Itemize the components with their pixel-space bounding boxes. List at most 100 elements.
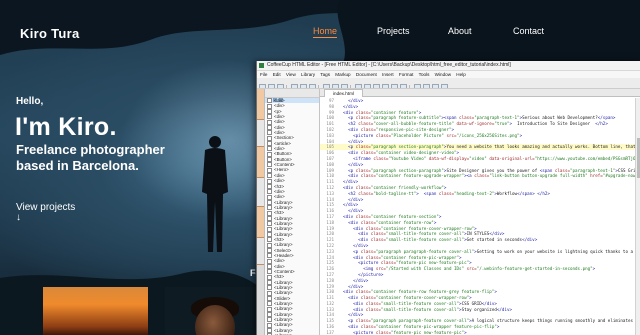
side-tab-4[interactable] xyxy=(257,178,264,207)
editor-menubar: File Edit View Library Tags Markup Docum… xyxy=(257,71,640,78)
tree-item-label: <h3> xyxy=(274,210,285,216)
menu-tools[interactable]: Tools xyxy=(419,72,430,77)
code-text: </div> xyxy=(343,103,359,109)
menu-format[interactable]: Format xyxy=(399,72,414,77)
nav-contact[interactable]: Contact xyxy=(513,26,544,36)
code-line[interactable]: 110 <div class="container feature-upgrad… xyxy=(320,173,640,179)
arrow-down-icon[interactable]: ↓ xyxy=(16,212,21,223)
checkbox-icon[interactable] xyxy=(267,103,272,109)
tree-item-label: <div> xyxy=(274,178,285,184)
code-text: <div class="small-title-feature cover-al… xyxy=(353,300,497,306)
tree-item-label: <h3> xyxy=(274,274,285,280)
code-text: <p class="paragraph paragraph-feature co… xyxy=(353,248,640,254)
tree-item-label: <Section> xyxy=(274,135,294,141)
nav-projects[interactable]: Projects xyxy=(377,26,410,36)
tree-item-label: <Content> xyxy=(274,269,295,274)
menu-view[interactable]: View xyxy=(286,72,296,77)
tree-item-label: <article> xyxy=(274,140,291,146)
checkbox-icon[interactable] xyxy=(267,210,272,216)
menu-library[interactable]: Library xyxy=(301,72,315,77)
menu-window[interactable]: Window xyxy=(435,72,451,77)
menu-document[interactable]: Document xyxy=(356,72,377,77)
code-text: </div> xyxy=(353,242,369,248)
side-tab-2[interactable] xyxy=(257,120,264,147)
checkbox-icon[interactable] xyxy=(267,242,272,248)
code-text: <div class="container feature-row"> xyxy=(348,219,437,225)
tree-item-label: <Content> xyxy=(274,162,295,168)
code-text: <picture class="Placeholder Picture" src… xyxy=(353,132,523,138)
side-tab-5[interactable] xyxy=(257,207,264,238)
html-editor-window: CoffeeCup HTML Editor - [Free HTML Edito… xyxy=(256,61,640,335)
code-text: <img src="/Started with Classes and IDs"… xyxy=(363,266,596,272)
tree-item-label: <Library> xyxy=(274,279,293,285)
checkbox-icon[interactable] xyxy=(267,274,272,280)
tree-item-label: <h3> xyxy=(274,236,285,242)
checkbox-icon[interactable] xyxy=(267,194,272,200)
side-tab-6[interactable] xyxy=(257,238,264,265)
menu-help[interactable]: Help xyxy=(456,72,465,77)
tree-item-label: <Library> xyxy=(274,199,293,205)
code-text: <div class="small-title-feature cover-al… xyxy=(353,306,513,312)
panel-toolbar xyxy=(265,89,319,102)
menu-tags[interactable]: Tags xyxy=(320,72,330,77)
code-editor[interactable]: index.html 97 </div> 98 </div> 99 <div cla… xyxy=(320,89,640,335)
checkbox-icon[interactable] xyxy=(267,119,272,125)
tree-item-label: <div> xyxy=(274,114,285,120)
tree-item-label: <h3> xyxy=(274,183,285,189)
editor-title: CoffeeCup HTML Editor - [Free HTML Edito… xyxy=(267,62,511,68)
project-thumbnail-portrait[interactable] xyxy=(165,287,263,335)
project-thumbnail-sunset[interactable] xyxy=(43,287,148,335)
code-text: </div> xyxy=(348,208,364,214)
code-text: </div> xyxy=(343,202,359,208)
tree-item-label: <Select> xyxy=(274,247,292,253)
document-tab[interactable]: index.html xyxy=(324,89,363,97)
tree-item-label: <p> xyxy=(274,108,282,114)
code-text: <div class="container feature-cover-wrap… xyxy=(348,295,472,301)
code-text: <h2 class="bold-tagline-tt"> <span class… xyxy=(348,190,550,196)
vertical-scrollbar[interactable] xyxy=(635,98,640,335)
checkbox-icon[interactable] xyxy=(267,258,272,264)
tree-item-label: <Library> xyxy=(274,231,293,237)
side-tab-3[interactable] xyxy=(257,147,264,178)
nav-home[interactable]: Home xyxy=(313,26,338,38)
code-text: </picture> xyxy=(358,271,384,277)
site-brand[interactable]: Kiro Tura xyxy=(20,26,80,41)
tree-item-label: <Library> xyxy=(274,226,293,232)
code-line[interactable]: 107 <iframe class="Youtube Video" data-w… xyxy=(320,156,640,162)
code-text: <p class="paragraph paragraph-feature co… xyxy=(348,318,640,324)
tree-item-label: <Library> xyxy=(274,301,293,307)
checkbox-icon[interactable] xyxy=(267,226,272,232)
nav-about[interactable]: About xyxy=(448,26,472,36)
checkbox-icon[interactable] xyxy=(267,178,272,184)
side-panel-tabs xyxy=(257,89,265,335)
tag-library-panel: <div> <div> <p> <div> <div> <div> <div> <Sectio… xyxy=(265,89,320,335)
code-text: <picture class="feature-pic new-feature-… xyxy=(358,260,472,266)
code-text: <p class="paragraph section-paragraph">S… xyxy=(348,167,640,173)
menu-markup[interactable]: Markup xyxy=(335,72,350,77)
code-text: <div class="container feature-row featur… xyxy=(343,289,497,295)
tree-item-label: <div> xyxy=(274,188,285,194)
tree-item-label: <Button> xyxy=(274,151,292,157)
menu-edit[interactable]: Edit xyxy=(273,72,281,77)
code-text: <div class="small-title-feature cover-al… xyxy=(358,237,538,243)
code-area[interactable]: 97 </div> 98 </div> 99 <div class="contain… xyxy=(320,98,640,335)
tree-item-label: <Library> xyxy=(274,322,293,328)
code-text: <div class="container video-designer-vid… xyxy=(348,150,460,156)
code-line[interactable]: 137 <picture class="feature-pic new-feat… xyxy=(320,330,640,335)
tree-item-label: <Library> xyxy=(274,311,293,317)
side-tab-1[interactable] xyxy=(257,89,264,120)
editor-titlebar[interactable]: CoffeeCup HTML Editor - [Free HTML Edito… xyxy=(257,61,640,71)
tree-item-label: <Button> xyxy=(274,156,292,162)
checkbox-icon[interactable] xyxy=(267,290,272,296)
tree-item-label: <div> xyxy=(274,124,285,130)
view-projects-link[interactable]: View projects xyxy=(16,202,75,213)
document-tab-strip xyxy=(320,89,640,97)
code-text: <div class="container feature-pic-wrappe… xyxy=(348,324,500,330)
menu-insert[interactable]: Insert xyxy=(382,72,394,77)
tree-item-label: <Header> xyxy=(274,252,294,258)
tree-item-label: <Library> xyxy=(274,285,293,291)
tree-item-label: <Library> xyxy=(274,215,293,221)
code-text: </div> xyxy=(348,196,364,202)
menu-file[interactable]: File xyxy=(260,72,267,77)
tree-item-label: <div> xyxy=(274,263,285,269)
